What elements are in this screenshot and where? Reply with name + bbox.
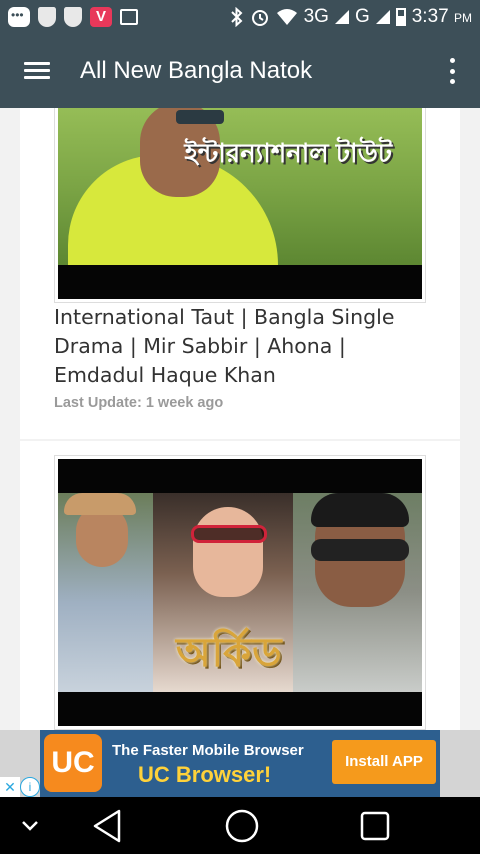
image-icon [120,9,138,25]
video-thumbnail[interactable]: ইন্টারন্যাশনাল টাউট [54,108,426,303]
video-thumbnail[interactable]: অর্কিড [54,455,426,730]
clock: 3:37 PM [412,6,472,28]
back-icon[interactable] [77,797,137,854]
more-vert-icon[interactable] [448,58,456,84]
app-title: All New Bangla Natok [80,57,313,84]
home-icon[interactable] [212,797,272,854]
navigation-bar [0,797,480,854]
video-list[interactable]: ইন্টারন্যাশনাল টাউট International Taut |… [0,108,480,730]
wifi-icon [276,9,297,25]
hamburger-menu-icon[interactable] [24,62,50,80]
network-type-2: G [354,6,370,27]
network-type-1: 3G [303,6,329,27]
install-app-button[interactable]: Install APP [332,740,436,784]
shield-icon [64,7,82,27]
thumbnail-title-text: ইন্টারন্যাশনাল টাউট [184,138,392,168]
screen: V 3G G 3:37 PM All New Bangla Natok [0,0,480,854]
vivaldi-icon: V [90,7,112,27]
bluetooth-icon [230,7,243,27]
ad-headline: The Faster Mobile Browser [112,742,304,759]
alarm-icon [251,10,268,26]
uc-browser-logo: UC [44,734,102,792]
notification-icons: V [8,7,138,27]
signal-icon [375,10,390,24]
list-item[interactable]: ইন্টারন্যাশনাল টাউট International Taut |… [20,108,460,439]
letterbox-bar [58,265,422,299]
system-icons: 3G G 3:37 PM [230,6,472,28]
video-title[interactable]: International Taut | Bangla Single Drama… [54,303,434,390]
letterbox-bar [58,692,422,726]
clock-time: 3:37 [411,6,449,27]
letterbox-bar [58,459,422,493]
last-update: Last Update: 1 week ago [54,395,224,411]
ad-brand: UC Browser! [138,762,272,787]
ad-close-icon[interactable]: ✕ [0,777,20,797]
list-item[interactable]: অর্কিড [20,441,460,730]
chat-icon [8,7,30,27]
collapse-icon[interactable] [0,797,60,854]
clock-ampm: PM [454,11,472,25]
status-bar: V 3G G 3:37 PM [0,0,480,34]
shield-icon [38,7,56,27]
ad-content[interactable]: UC The Faster Mobile Browser UC Browser!… [40,730,440,797]
app-bar: All New Bangla Natok [0,34,480,108]
thumbnail-scene: ইন্টারন্যাশনাল টাউট [58,108,422,265]
battery-icon [395,8,406,26]
thumbnail-scene: অর্কিড [58,493,422,692]
recents-icon[interactable] [345,797,405,854]
ad-info-icon[interactable]: i [20,777,40,797]
signal-icon [334,10,349,24]
thumbnail-title-text: অর্কিড [176,631,283,675]
ad-banner[interactable]: UC The Faster Mobile Browser UC Browser!… [0,730,480,797]
